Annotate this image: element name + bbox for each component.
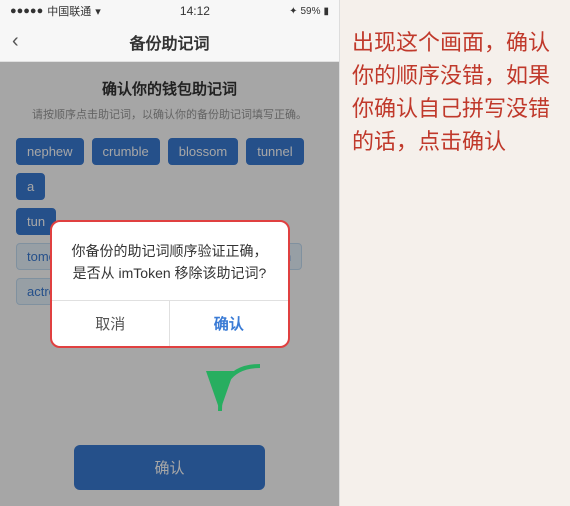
battery-icon: ▮ [323, 6, 329, 17]
nav-bar: ‹ 备份助记词 [0, 22, 339, 62]
carrier-label: 中国联通 [47, 3, 91, 19]
bluetooth-icon: ✦ [289, 6, 297, 17]
dialog-box: 你备份的助记词顺序验证正确，是否从 imToken 移除该助记词? 取消 确认 [50, 220, 290, 349]
back-button[interactable]: ‹ [12, 30, 19, 53]
phone-screen: ●●●●● 中国联通 ▾ 14:12 ✦ 59% ▮ ‹ 备份助记词 确认你的钱… [0, 0, 340, 506]
annotation-text: 出现这个画面，确认你的顺序没错，如果你确认自己拼写没错的话，点击确认 [352, 26, 558, 158]
annotation-section: 出现这个画面，确认你的顺序没错，如果你确认自己拼写没错的话，点击确认 [340, 0, 570, 506]
status-bar: ●●●●● 中国联通 ▾ 14:12 ✦ 59% ▮ [0, 0, 339, 22]
wifi-icon: ▾ [95, 5, 101, 18]
status-time: 14:12 [180, 4, 210, 18]
dialog-overlay: 你备份的助记词顺序验证正确，是否从 imToken 移除该助记词? 取消 确认 [0, 62, 339, 506]
status-right: ✦ 59% ▮ [289, 6, 329, 17]
dialog-message: 你备份的助记词顺序验证正确，是否从 imToken 移除该助记词? [68, 240, 272, 285]
arrow-indicator [200, 361, 270, 426]
nav-title: 备份助记词 [129, 30, 209, 54]
signal-dots: ●●●●● [10, 5, 43, 17]
dialog-buttons: 取消 确认 [52, 300, 288, 346]
dialog-cancel-button[interactable]: 取消 [52, 301, 171, 346]
dialog-confirm-button[interactable]: 确认 [170, 301, 288, 346]
status-left: ●●●●● 中国联通 ▾ [10, 3, 101, 19]
battery-label: 59% [300, 6, 320, 17]
content-area: 确认你的钱包助记词 请按顺序点击助记词，以确认你的备份助记词填写正确。 neph… [0, 62, 339, 506]
